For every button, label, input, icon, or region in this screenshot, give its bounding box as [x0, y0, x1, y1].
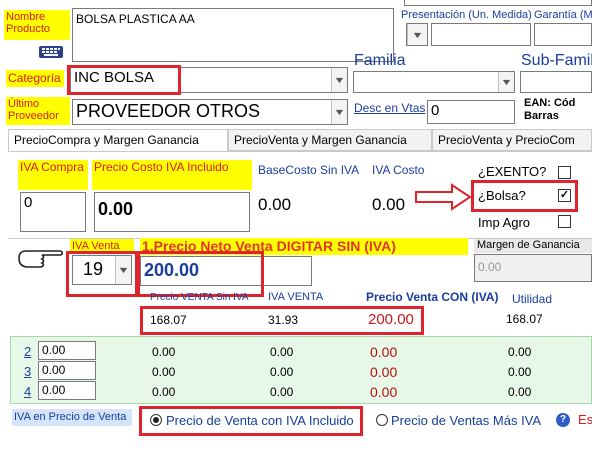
imp-agro-label: Imp Agro: [478, 215, 531, 230]
precios-adicionales-panel: [10, 336, 592, 404]
margen-input[interactable]: 0.00: [474, 254, 592, 282]
utilidad-label: Utilidad: [512, 292, 553, 306]
row-value-c: 0.00: [370, 384, 398, 400]
nombre-producto-input[interactable]: BOLSA PLASTICA AA: [72, 8, 394, 62]
row-number[interactable]: 2: [24, 344, 31, 359]
iva-compra-label: IVA Compra: [18, 160, 88, 190]
trailing-text: Es: [578, 412, 592, 427]
iva-venta-highlight-box: [66, 251, 138, 297]
opt-mas-iva-label[interactable]: Precio de Ventas Más IVA: [391, 413, 541, 428]
presentacion-field[interactable]: [431, 23, 531, 46]
presentacion-select[interactable]: ▼: [406, 23, 428, 46]
row-value-b: 0.00: [270, 385, 294, 399]
row-value-d: 0.00: [508, 385, 532, 399]
row-value-a: 0.00: [152, 385, 176, 399]
familia-label: Familia: [354, 52, 406, 69]
pointing-hand-icon: [18, 250, 64, 268]
iva-venta-col-label: IVA VENTA: [268, 291, 324, 303]
subfamilia-select[interactable]: [520, 71, 592, 93]
row-value-a: 0.00: [152, 365, 176, 379]
exento-label: ¿EXENTO?: [478, 164, 547, 179]
iva-compra-input[interactable]: 0: [20, 192, 86, 232]
proveedor-label: Último Proveedor: [6, 97, 70, 125]
proveedor-select[interactable]: PROVEEDOR OTROS ▼: [72, 99, 348, 125]
desc-vtas-label: Desc en Vtas: [354, 101, 426, 115]
precio-costo-input[interactable]: 0.00: [94, 192, 250, 232]
presentacion-label: Presentación (Un. Medida): [401, 9, 532, 21]
desc-vtas-input[interactable]: 0: [427, 100, 515, 124]
tab-panel-border: [8, 151, 592, 152]
iva-costo-label: IVA Costo: [372, 163, 425, 177]
precio-neto-highlight-box: [137, 251, 264, 297]
imp-agro-checkbox[interactable]: [558, 215, 571, 228]
keyboard-icon[interactable]: [38, 44, 64, 60]
help-icon[interactable]: ?: [556, 413, 570, 427]
red-arrow-icon: [415, 183, 472, 211]
top-scroll-stub: [404, 0, 592, 6]
row-value-c: 0.00: [370, 344, 398, 360]
row-number[interactable]: 3: [24, 364, 31, 379]
row-input[interactable]: 0.00: [38, 341, 96, 360]
nombre-producto-label: Nombre Producto: [4, 10, 70, 40]
categoria-highlight-box: [67, 65, 181, 95]
bolsa-highlight-box: [471, 180, 578, 212]
iva-costo-value: 0.00: [372, 195, 406, 214]
categoria-label: Categoría: [6, 70, 64, 87]
garantia-field[interactable]: [534, 23, 592, 46]
row-value-a: 0.00: [152, 345, 176, 359]
tab-precio-venta-compra[interactable]: PrecioVenta y PrecioCom: [432, 129, 592, 151]
base-costo-label: BaseCosto Sin IVA: [258, 163, 360, 177]
precio-sin-iva-label: Precio VENTA Sin IVA: [150, 292, 249, 303]
iva-incluido-highlight-box: [139, 406, 363, 436]
row-value-c: 0.00: [370, 364, 398, 380]
margen-label: Margen de Ganancia: [474, 239, 592, 253]
precio-con-iva-label: Precio Venta CON (IVA): [366, 290, 499, 304]
exento-checkbox[interactable]: [558, 166, 571, 179]
row-value-b: 0.00: [270, 345, 294, 359]
base-costo-value: 0.00: [258, 195, 292, 214]
garantia-label: Garantía (Me: [534, 9, 592, 21]
tab-precio-compra[interactable]: PrecioCompra y Margen Ganancia: [8, 129, 228, 152]
row-value-d: 0.00: [508, 345, 532, 359]
row-input[interactable]: 0.00: [38, 361, 96, 380]
ean-label: EAN: Cód Barras: [524, 97, 576, 122]
row-number[interactable]: 4: [24, 384, 31, 399]
row-value-d: 0.00: [508, 365, 532, 379]
tab-precio-venta[interactable]: PrecioVenta y Margen Ganancia: [228, 129, 432, 151]
utilidad-value: 168.07: [506, 312, 543, 326]
opt-mas-iva-radio[interactable]: [376, 414, 388, 426]
row-input[interactable]: 0.00: [38, 381, 96, 400]
subfamilia-label: Sub-Famili: [521, 52, 592, 69]
venta-totales-highlight-box: [140, 306, 424, 335]
row-value-b: 0.00: [270, 365, 294, 379]
familia-select[interactable]: ▼: [353, 71, 515, 93]
precio-costo-label: Precio Costo IVA Incluido: [92, 160, 252, 190]
iva-precio-venta-label: IVA en Precio de Venta: [12, 409, 132, 426]
